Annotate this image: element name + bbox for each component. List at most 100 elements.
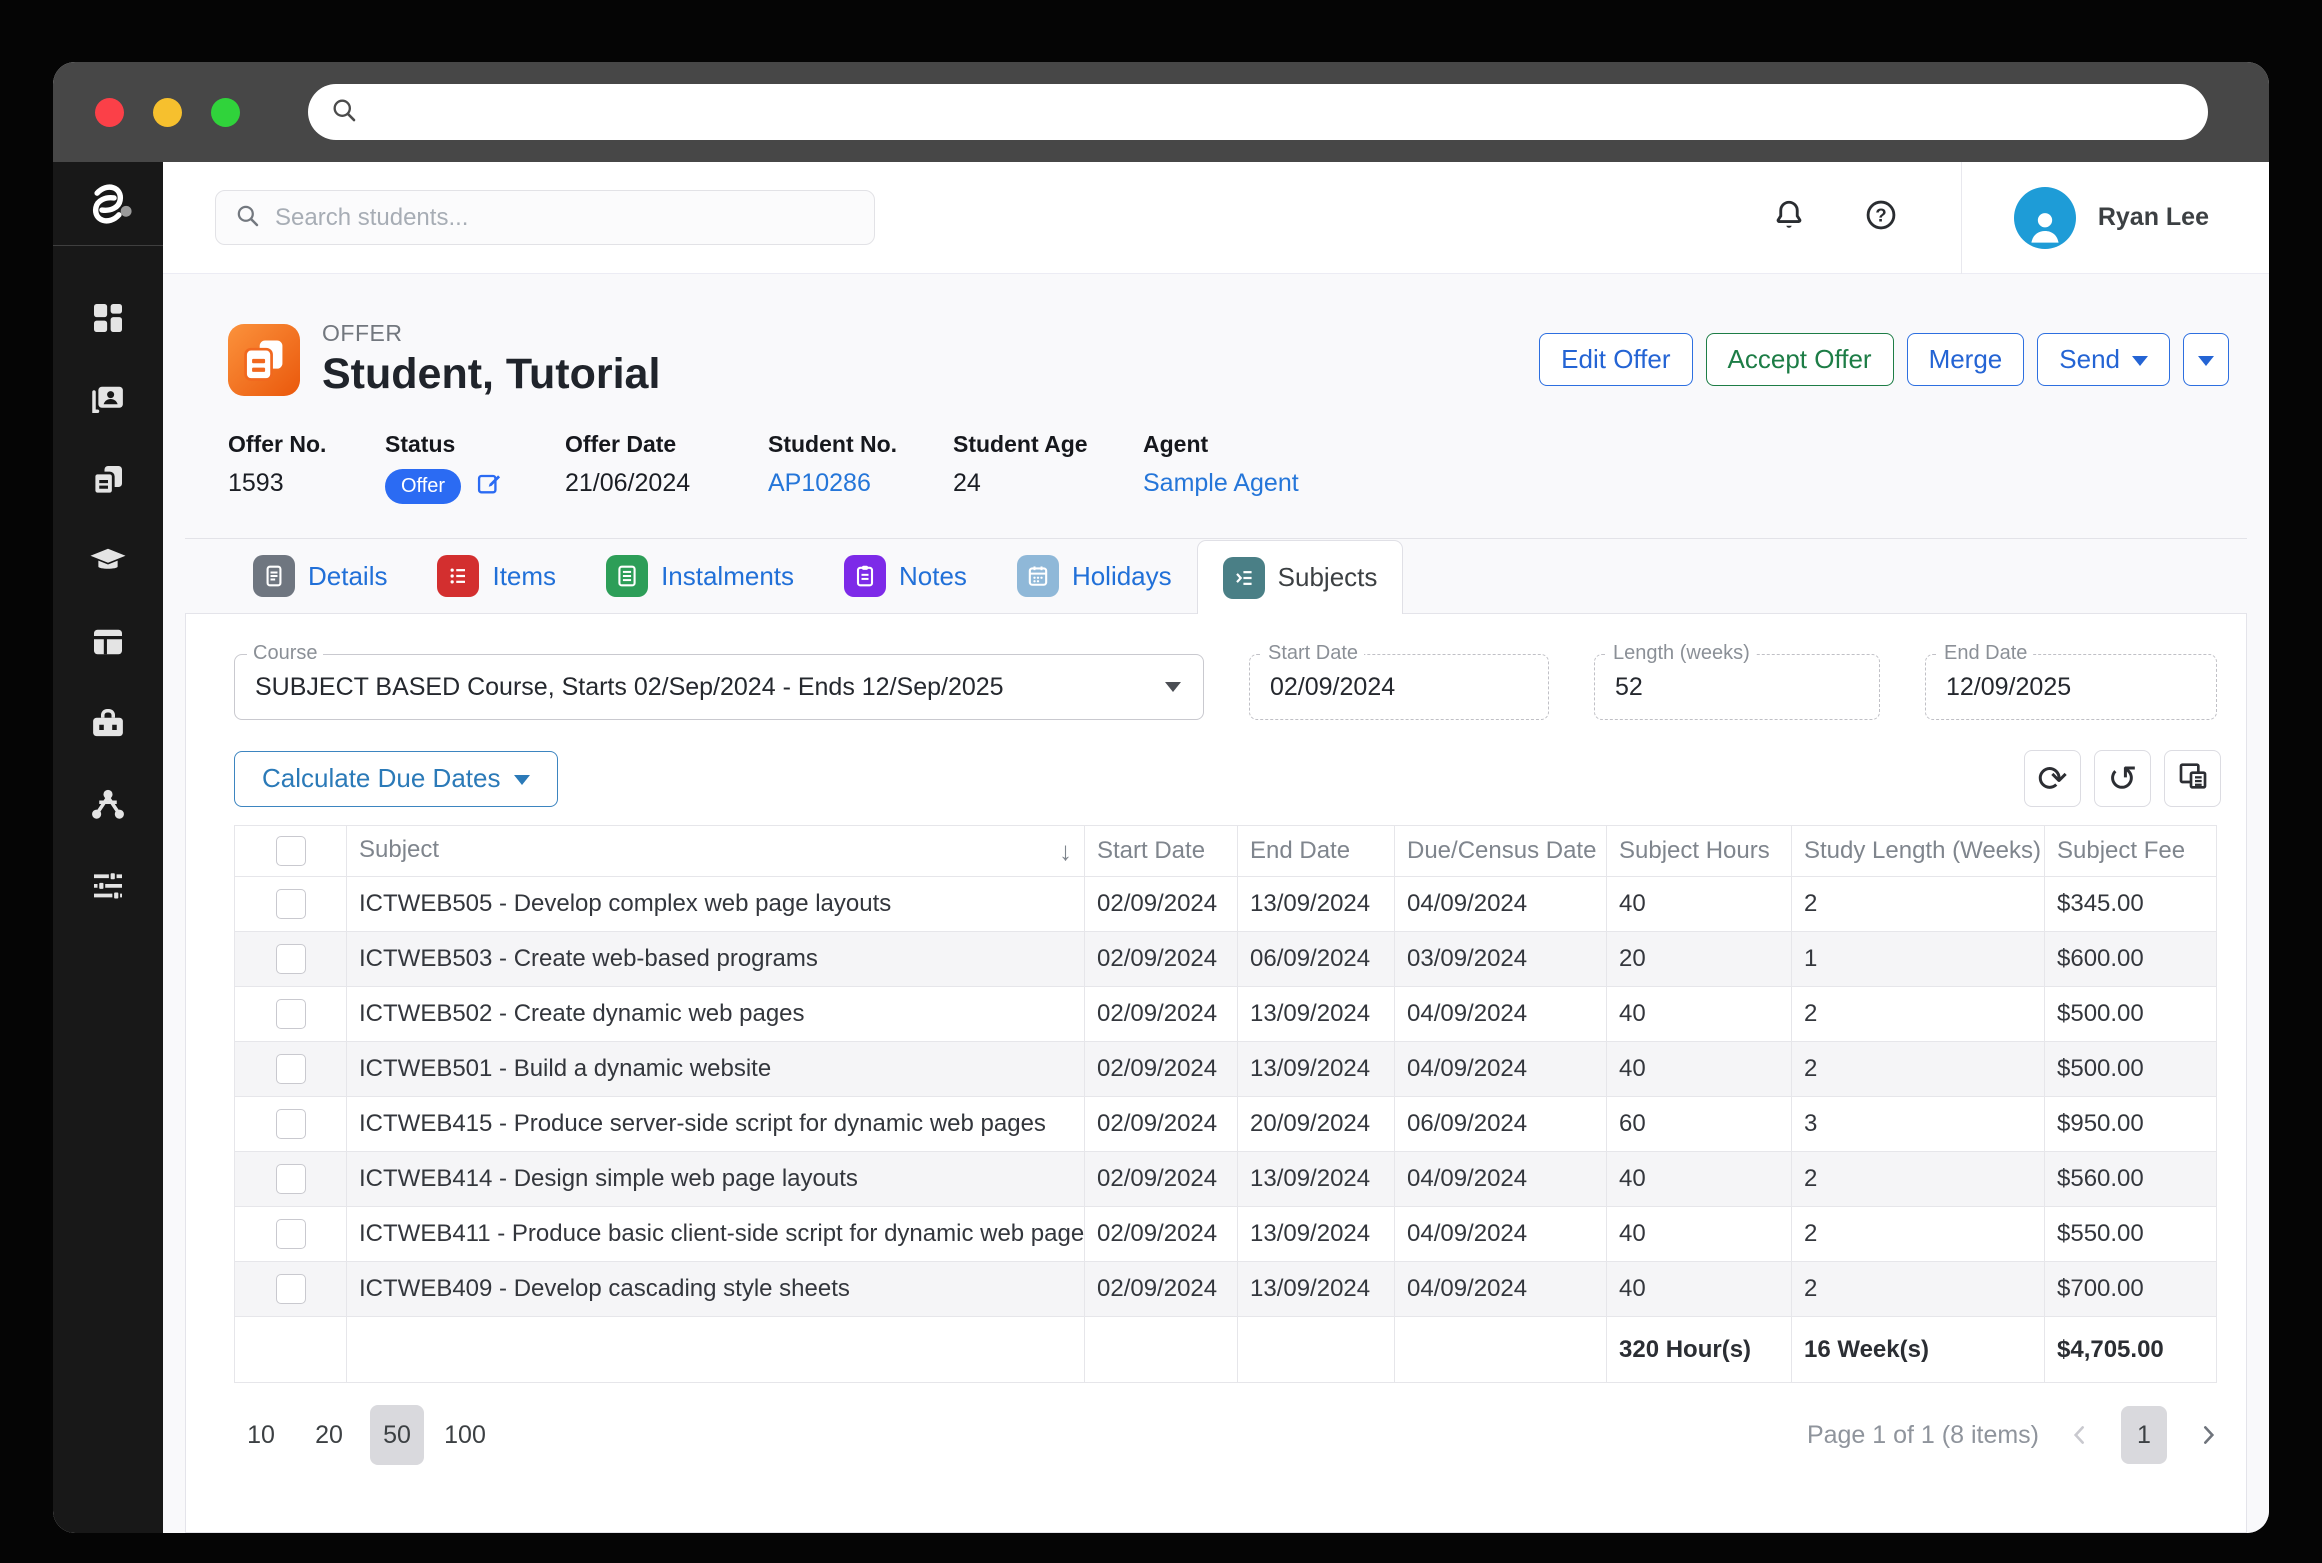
previous-page-button[interactable] [2067, 1422, 2093, 1448]
sidebar-item-contacts[interactable] [85, 379, 131, 423]
row-checkbox[interactable] [275, 1274, 306, 1304]
tab-holidays[interactable]: Holidays [992, 539, 1197, 613]
details-doc-icon [253, 555, 295, 597]
row-checkbox[interactable] [275, 1219, 306, 1249]
page-size-option[interactable]: 20 [302, 1405, 356, 1465]
tab-details[interactable]: Details [228, 539, 412, 613]
cell-fee: $560.00 [2044, 1151, 2217, 1207]
row-checkbox[interactable] [275, 944, 306, 974]
cell-start: 02/09/2024 [1084, 1041, 1238, 1097]
page-size-option[interactable]: 100 [438, 1405, 492, 1465]
column-header-due-census-date[interactable]: Due/Census Date [1394, 825, 1607, 877]
layout-icon [87, 621, 129, 668]
cell-due: 04/09/2024 [1394, 1206, 1607, 1262]
help-button[interactable]: ? [1861, 198, 1901, 238]
page-size-option[interactable]: 10 [234, 1405, 288, 1465]
search-students-input[interactable] [275, 203, 856, 232]
entity-type-label: OFFER [322, 320, 403, 346]
row-checkbox[interactable] [275, 999, 306, 1029]
tab-subjects[interactable]: Subjects [1196, 540, 1404, 614]
current-page-button[interactable]: 1 [2121, 1406, 2167, 1464]
offer-tabs: Details Items Instalments Notes Holidays… [185, 539, 2247, 614]
cell-due: 04/09/2024 [1394, 876, 1607, 932]
tab-label: Details [308, 560, 388, 591]
search-icon [234, 202, 261, 234]
sidebar-item-network[interactable] [85, 784, 131, 828]
cell-hours: 20 [1606, 931, 1792, 987]
cell-weeks: 2 [1791, 1206, 2045, 1262]
tab-label: Items [492, 560, 557, 591]
sliders-icon [87, 864, 129, 911]
cell-due: 04/09/2024 [1394, 1151, 1607, 1207]
calculate-due-dates-label: Calculate Due Dates [262, 763, 501, 793]
student-age-value: 24 [953, 469, 981, 497]
edit-offer-button[interactable]: Edit Offer [1539, 333, 1693, 386]
cell-start: 02/09/2024 [1084, 986, 1238, 1042]
close-window-button[interactable] [95, 97, 124, 127]
refresh-icon: ⟳ [2037, 757, 2068, 799]
merge-button[interactable]: Merge [1906, 333, 2025, 386]
sidebar-item-dashboard[interactable] [85, 298, 131, 342]
notifications-button[interactable] [1769, 198, 1809, 238]
sidebar-nav [53, 246, 163, 909]
sidebar-item-toolbox[interactable] [85, 703, 131, 747]
cell-subject: ICTWEB503 - Create web-based programs [346, 931, 1085, 987]
row-checkbox[interactable] [275, 1164, 306, 1194]
cell-due: 04/09/2024 [1394, 1041, 1607, 1097]
row-checkbox[interactable] [275, 1109, 306, 1139]
subjects-table: Subject ↓ Start Date End Date Due/Census … [234, 825, 2217, 1383]
sidebar-item-courses[interactable] [85, 541, 131, 585]
tab-instalments[interactable]: Instalments [581, 539, 819, 613]
cell-end: 13/09/2024 [1237, 1041, 1395, 1097]
instalments-list-icon [606, 555, 649, 597]
send-button[interactable]: Send [2037, 333, 2170, 386]
address-bar[interactable] [308, 84, 2208, 140]
maximize-window-button[interactable] [211, 97, 240, 127]
cell-end: 20/09/2024 [1237, 1096, 1395, 1152]
column-chooser-button[interactable] [2164, 750, 2221, 807]
sidebar-item-pages[interactable] [85, 622, 131, 666]
user-menu[interactable]: Ryan Lee [1962, 186, 2269, 249]
cell-weeks: 2 [1791, 876, 2045, 932]
course-select[interactable]: Course SUBJECT BASED Course, Starts 02/S… [234, 642, 1204, 720]
send-button-label: Send [2059, 344, 2120, 374]
subjects-list-icon [1222, 556, 1265, 599]
column-header-start-date[interactable]: Start Date [1084, 825, 1238, 877]
student-search[interactable] [215, 190, 875, 245]
tab-items[interactable]: Items [412, 539, 581, 613]
column-header-subject-fee[interactable]: Subject Fee [2044, 825, 2217, 877]
page-size-selector: 10 20 50 100 [234, 1405, 492, 1465]
cell-end: 13/09/2024 [1237, 1151, 1395, 1207]
calculate-due-dates-button[interactable]: Calculate Due Dates [234, 750, 559, 807]
chevron-down-icon [1165, 682, 1181, 692]
revert-button[interactable]: ↺ [2094, 750, 2151, 807]
cell-hours: 40 [1606, 1206, 1792, 1262]
column-header-study-length[interactable]: Study Length (Weeks) [1791, 825, 2045, 877]
row-checkbox[interactable] [275, 889, 306, 919]
sidebar-item-offers[interactable] [85, 460, 131, 504]
app-logo[interactable] [53, 162, 163, 246]
course-form: Course SUBJECT BASED Course, Starts 02/S… [234, 642, 2221, 720]
edit-status-icon[interactable] [475, 469, 503, 502]
cell-fee: $550.00 [2044, 1206, 2217, 1262]
select-all-checkbox[interactable] [275, 836, 306, 866]
length-weeks-field: Length (weeks) 52 [1594, 642, 1880, 720]
accept-offer-button[interactable]: Accept Offer [1705, 333, 1894, 386]
row-checkbox[interactable] [275, 1054, 306, 1084]
student-no-link[interactable]: AP10286 [768, 469, 953, 498]
tab-notes[interactable]: Notes [819, 539, 992, 613]
sidebar-item-settings[interactable] [85, 865, 131, 909]
next-page-button[interactable] [2195, 1422, 2221, 1448]
student-age-label: Student Age [953, 431, 1088, 457]
app-header: ? Ryan Lee [163, 161, 2269, 274]
column-header-end-date[interactable]: End Date [1237, 825, 1395, 877]
dashboard-icon [87, 297, 129, 344]
minimize-window-button[interactable] [153, 97, 182, 127]
cell-weeks: 2 [1791, 986, 2045, 1042]
refresh-button[interactable]: ⟳ [2024, 750, 2081, 807]
column-header-subject[interactable]: Subject ↓ [346, 825, 1085, 877]
page-size-option-selected[interactable]: 50 [370, 1405, 424, 1465]
more-actions-button[interactable] [2183, 333, 2229, 386]
agent-link[interactable]: Sample Agent [1143, 469, 1299, 498]
column-header-subject-hours[interactable]: Subject Hours [1606, 825, 1792, 877]
